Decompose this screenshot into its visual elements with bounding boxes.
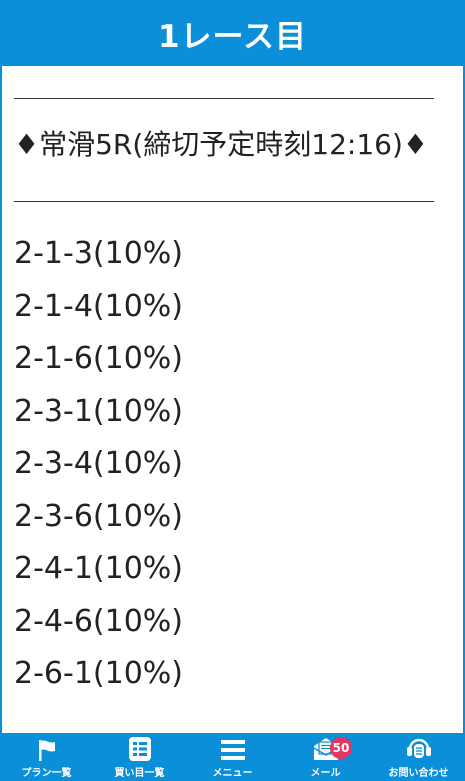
menu-icon xyxy=(220,740,245,760)
page-title: 1レース目 xyxy=(157,18,308,55)
bet-item: 2-3-1(10%) xyxy=(14,393,183,429)
nav-label: メニュー xyxy=(212,768,253,779)
nav-label: メール xyxy=(310,768,341,779)
main-content[interactable]: ♦常滑5R(締切予定時刻12:16)♦ 2-1-3(10%) 2-1-4(10%… xyxy=(2,66,463,733)
nav-plan-list[interactable]: プラン一覧 xyxy=(0,733,93,781)
list-icon xyxy=(128,737,151,761)
mail-count-badge: 50 xyxy=(330,737,352,759)
nav-mail[interactable]: 50 メール xyxy=(279,733,372,781)
headset-icon xyxy=(406,738,431,758)
bet-item: 2-1-6(10%) xyxy=(14,341,183,376)
header-bar: 1レース目 xyxy=(0,0,465,66)
bet-item: 2-1-4(10%) xyxy=(14,288,183,324)
divider xyxy=(14,201,434,202)
bet-item: 2-4-6(10%) xyxy=(14,603,183,639)
race-info: ♦常滑5R(締切予定時刻12:16)♦ xyxy=(14,128,429,161)
nav-label: 買い目一覧 xyxy=(114,768,165,779)
nav-label: お問い合わせ xyxy=(388,768,449,779)
bet-item: 2-4-1(10%) xyxy=(14,551,183,586)
nav-menu[interactable]: メニュー xyxy=(186,733,279,781)
bottom-nav: プラン一覧 買い目一覧 メニュー 50 メール お問い合わせ xyxy=(0,733,465,781)
flag-icon xyxy=(38,740,55,761)
nav-contact[interactable]: お問い合わせ xyxy=(372,733,465,781)
bet-item: 2-3-6(10%) xyxy=(14,498,183,534)
bet-item: 2-3-4(10%) xyxy=(14,446,183,481)
nav-label: プラン一覧 xyxy=(21,768,72,779)
nav-bet-list[interactable]: 買い目一覧 xyxy=(93,733,186,781)
bet-item: 2-6-1(10%) xyxy=(14,656,183,691)
divider xyxy=(14,98,434,99)
bet-list: 2-1-3(10%) 2-1-4(10%) 2-1-6(10%) 2-3-1(1… xyxy=(14,228,451,701)
bet-item: 2-1-3(10%) xyxy=(14,236,183,271)
